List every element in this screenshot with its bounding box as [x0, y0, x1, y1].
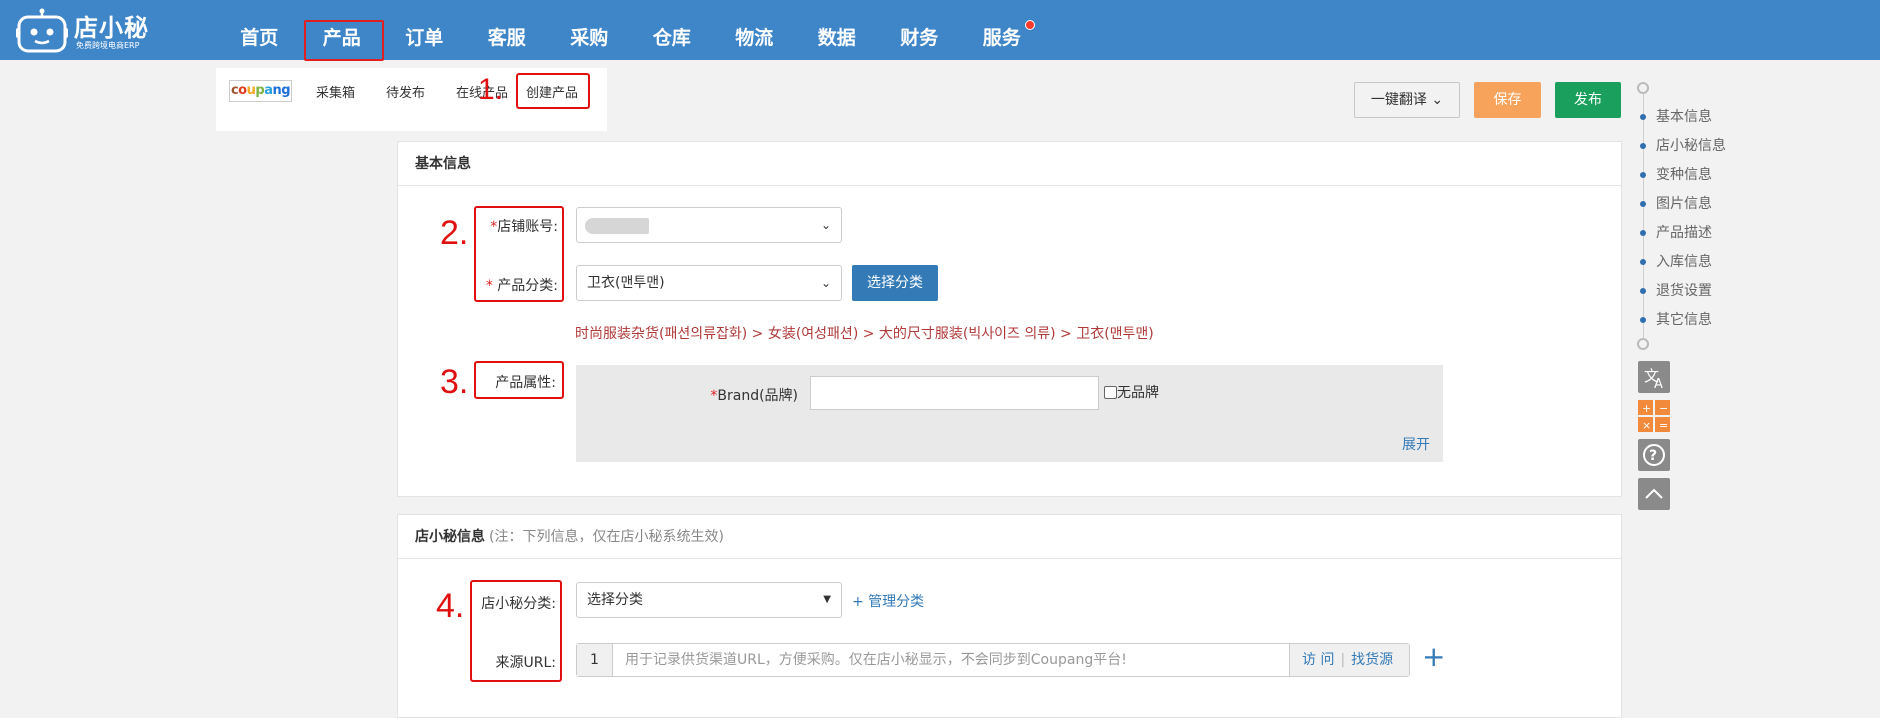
nav-finance[interactable]: 财务 — [878, 0, 961, 60]
publish-button[interactable]: 发布 — [1555, 82, 1621, 118]
nav-services[interactable]: 服务 — [961, 0, 1044, 60]
annotation-box-create-product — [516, 73, 590, 109]
notification-dot — [1025, 20, 1035, 30]
brand-tagline: 免费跨境电商ERP — [76, 41, 140, 50]
top-nav-bar: 店小秘 免费跨境电商ERP 首页 产品 订单 客服 采购 仓库 物流 数据 财务… — [0, 0, 1880, 61]
product-category-label: * 产品分类: — [485, 278, 558, 294]
add-url-icon[interactable]: + — [1422, 640, 1445, 674]
calculator-icon[interactable]: + − × = — [1638, 400, 1670, 432]
nav-purchasing[interactable]: 采购 — [548, 0, 631, 60]
side-nav-bottom-ring — [1637, 338, 1649, 350]
side-nav-basic-info[interactable]: 基本信息 — [1636, 106, 1712, 126]
side-nav-variant-info[interactable]: 变种信息 — [1636, 164, 1712, 184]
source-url-label: 来源URL: — [495, 655, 557, 671]
coupang-platform-badge[interactable]: coupang — [229, 80, 292, 102]
nav-logistics[interactable]: 物流 — [713, 0, 796, 60]
side-nav-description[interactable]: 产品描述 — [1636, 222, 1712, 242]
help-icon[interactable]: ? — [1638, 439, 1670, 471]
no-brand-label: 无品牌 — [1117, 385, 1159, 401]
expand-link[interactable]: 展开 — [1402, 434, 1430, 454]
caret-down-icon: ▼ — [823, 594, 831, 605]
source-url-input[interactable]: 用于记录供货渠道URL，方便采购。仅在店小秘显示，不会同步到Coupang平台! — [625, 644, 1127, 676]
product-category-select[interactable]: 卫衣(맨투맨) ⌄ — [576, 265, 842, 301]
nav-data[interactable]: 数据 — [796, 0, 879, 60]
side-nav-top-ring — [1637, 82, 1649, 94]
side-nav-return-settings[interactable]: 退货设置 — [1636, 280, 1712, 300]
dxm-category-placeholder: 选择分类 — [587, 592, 643, 608]
svg-text:=: = — [1659, 419, 1668, 432]
shop-account-label: *店铺账号: — [490, 219, 558, 235]
save-button[interactable]: 保存 — [1474, 82, 1541, 118]
choose-category-button[interactable]: 选择分类 — [852, 265, 938, 301]
side-nav-line — [1643, 92, 1644, 342]
annotation-step-4: 4. — [436, 587, 465, 625]
nav-products[interactable]: 产品 — [301, 0, 383, 61]
dianxiaomi-info-title: 店小秘信息 — [415, 529, 485, 545]
nav-warehouse[interactable]: 仓库 — [631, 0, 714, 60]
tab-pending-publish[interactable]: 待发布 — [386, 82, 425, 101]
annotation-step-2: 2. — [440, 214, 469, 252]
main-nav: 首页 产品 订单 客服 采购 仓库 物流 数据 财务 服务 — [218, 0, 1044, 61]
url-actions: 访 问 | 找货源 — [1289, 644, 1409, 676]
side-nav-other-info[interactable]: 其它信息 — [1636, 309, 1712, 329]
redacted-shop-name — [585, 218, 649, 234]
nav-customer-service[interactable]: 客服 — [466, 0, 549, 60]
side-nav-stock-in-info[interactable]: 入库信息 — [1636, 251, 1712, 271]
dxm-category-select[interactable]: 选择分类 ▼ — [576, 582, 842, 618]
translate-label: 一键翻译 — [1370, 92, 1427, 108]
svg-text:?: ? — [1649, 448, 1657, 464]
chevron-down-icon: ⌄ — [1431, 92, 1444, 108]
dxm-category-label: 店小秘分类: — [481, 596, 556, 612]
chevron-down-icon: ⌄ — [820, 218, 831, 232]
svg-text:−: − — [1659, 402, 1668, 415]
category-path: 时尚服装杂货(패션의류잡화) > 女装(여성패션) > 大的尺寸服装(빅사이즈 … — [575, 326, 1154, 342]
svg-text:+: + — [1642, 402, 1651, 415]
brand-name: 店小秘 — [74, 14, 149, 42]
one-click-translate-button[interactable]: 一键翻译 ⌄ — [1354, 82, 1460, 118]
nav-orders[interactable]: 订单 — [383, 0, 466, 60]
product-category-value: 卫衣(맨투맨) — [587, 275, 665, 291]
brand-input[interactable] — [810, 376, 1099, 410]
nav-home[interactable]: 首页 — [218, 0, 301, 60]
section-side-nav: 基本信息 店小秘信息 变种信息 图片信息 产品描述 入库信息 退货设置 其它信息 — [1636, 82, 1746, 352]
side-nav-dxm-info[interactable]: 店小秘信息 — [1636, 135, 1726, 155]
dianxiaomi-info-header: 店小秘信息 (注：下列信息，仅在店小秘系统生效) — [398, 515, 1621, 559]
brand-label: *Brand(品牌) — [710, 388, 798, 404]
manage-category-link[interactable]: + 管理分类 — [852, 591, 924, 611]
translate-icon[interactable]: 文A — [1638, 361, 1670, 393]
logo[interactable]: 店小秘 免费跨境电商ERP — [16, 4, 156, 56]
annotation-step-3: 3. — [440, 363, 469, 401]
product-attributes-label: 产品属性: — [495, 375, 556, 391]
shop-account-select[interactable]: ⌄ — [576, 207, 842, 243]
back-to-top-icon[interactable] — [1638, 478, 1670, 510]
no-brand-checkbox[interactable]: 无品牌 — [1104, 382, 1159, 402]
dianxiaomi-info-note: (注：下列信息，仅在店小秘系统生效) — [489, 529, 724, 545]
visit-link[interactable]: 访 问 — [1302, 652, 1334, 668]
find-source-link[interactable]: 找货源 — [1351, 652, 1393, 668]
svg-text:×: × — [1642, 419, 1651, 432]
robot-logo-icon — [16, 8, 68, 53]
nav-services-label: 服务 — [982, 27, 1021, 49]
chevron-down-icon: ⌄ — [820, 276, 831, 290]
svg-text:A: A — [1654, 377, 1663, 392]
basic-info-title: 基本信息 — [398, 142, 1621, 186]
checkbox-box — [1104, 386, 1117, 399]
annotation-step-1: 1. — [478, 73, 504, 106]
source-url-group: 1 用于记录供货渠道URL，方便采购。仅在店小秘显示，不会同步到Coupang平… — [576, 643, 1410, 677]
tab-collection-box[interactable]: 采集箱 — [316, 82, 355, 101]
side-nav-image-info[interactable]: 图片信息 — [1636, 193, 1712, 213]
url-index: 1 — [577, 644, 613, 676]
